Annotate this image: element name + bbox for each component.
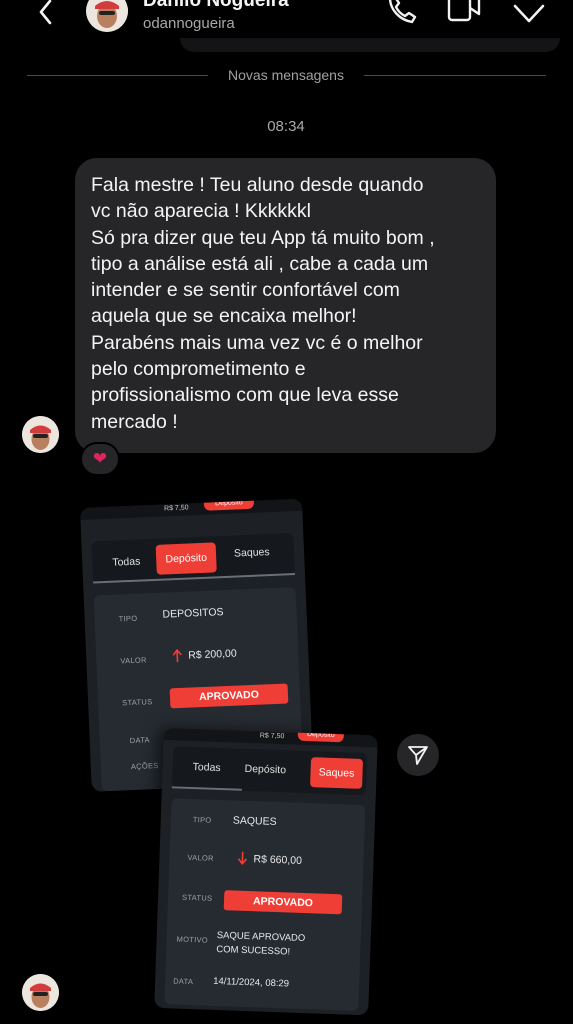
- status-label: STATUS: [181, 892, 213, 903]
- contact-name[interactable]: Danilo Nogueira: [143, 0, 289, 12]
- motivo-label: MOTIVO: [176, 934, 209, 945]
- arrow-down-icon: [237, 851, 248, 865]
- motivo-line2: COM SUCESSO!: [216, 943, 291, 958]
- valor-label: VALOR: [187, 852, 215, 863]
- status-value: APROVADO: [169, 683, 289, 709]
- info-icon: [513, 4, 545, 23]
- tab-saques-active: Saques: [310, 757, 364, 789]
- tab-underline: [93, 573, 295, 584]
- filter-tabs: Todas Depósito Saques: [171, 746, 368, 796]
- details-button[interactable]: [512, 0, 546, 26]
- back-arrow-icon: [39, 0, 52, 25]
- data-label: DATA: [129, 735, 151, 746]
- message-line: mercado !: [91, 410, 178, 433]
- tab-deposito: Depósito: [244, 762, 287, 777]
- message-line: tipo a análise está ali , cabe a cada um: [91, 252, 429, 275]
- topbar-value: R$ 7,50: [163, 504, 189, 513]
- valor-label: VALOR: [120, 655, 147, 666]
- heart-icon: ❤: [92, 449, 108, 468]
- status-value: APROVADO: [223, 890, 343, 915]
- divider-line-right: [364, 75, 546, 76]
- message-line: aquela que se encaixa melhor!: [91, 305, 357, 328]
- message-line: intender e se sentir confortável com: [91, 279, 400, 302]
- new-messages-label: Novas mensagens: [228, 67, 344, 83]
- message-line: vc não aparecia ! Kkkkkkl: [91, 200, 312, 223]
- tipo-value: SAQUES: [232, 814, 277, 828]
- acoes-label: AÇÕES: [130, 760, 159, 772]
- video-call-button[interactable]: [447, 0, 481, 26]
- topbar-chip: Depósito: [203, 498, 255, 511]
- data-value: 14/11/2024, 08:29: [212, 975, 290, 990]
- arrow-up-icon: [172, 648, 182, 663]
- tab-todas: Todas: [112, 555, 141, 569]
- video-camera-icon: [447, 0, 481, 22]
- message-bubble[interactable]: Fala mestre ! Teu aluno desde quando vc …: [75, 158, 496, 453]
- message-line: profissionalismo com que leva esse: [91, 384, 399, 407]
- topbar-value: R$ 7,50: [259, 732, 285, 741]
- attached-image-withdrawal[interactable]: R$ 7,50 Depósito Todas Depósito Saques T…: [154, 728, 378, 1016]
- filter-tabs: Todas Depósito Saques: [91, 533, 295, 584]
- motivo-line1: SAQUE APROVADO: [216, 929, 306, 945]
- heart-reaction[interactable]: ❤: [80, 442, 120, 476]
- voice-call-button[interactable]: [386, 0, 418, 26]
- data-label: DATA: [173, 976, 194, 987]
- tab-deposito-active: Depósito: [155, 542, 217, 575]
- valor-value: R$ 200,00: [188, 647, 237, 662]
- sender-avatar[interactable]: [22, 974, 59, 1011]
- tipo-label: TIPO: [192, 815, 212, 825]
- header-edge: [180, 38, 560, 52]
- sender-avatar[interactable]: [22, 416, 59, 453]
- transaction-card: TIPO SAQUES VALOR R$ 660,00 STATUS APROV…: [164, 798, 366, 1011]
- message-line: pelo comprometimento e: [91, 358, 306, 381]
- image-topbar: R$ 7,50 Depósito: [80, 498, 303, 520]
- contact-username[interactable]: odannogueira: [143, 15, 235, 32]
- valor-value: R$ 660,00: [253, 853, 303, 867]
- message-timestamp: 08:34: [267, 118, 305, 135]
- tab-saques: Saques: [233, 546, 270, 560]
- image-topbar: R$ 7,50 Depósito: [163, 728, 378, 748]
- back-button[interactable]: [34, 0, 58, 26]
- tipo-value: DEPOSITOS: [162, 606, 224, 621]
- tab-todas: Todas: [192, 761, 221, 774]
- message-line: Só pra dizer que teu App tá muito bom ,: [91, 226, 435, 249]
- share-send-icon: [408, 746, 428, 765]
- message-line: Fala mestre ! Teu aluno desde quando: [91, 174, 424, 196]
- contact-avatar[interactable]: [86, 0, 128, 32]
- tipo-label: TIPO: [118, 613, 138, 624]
- divider-line-left: [27, 75, 208, 76]
- message-line: Parabéns mais uma vez vc é o melhor: [91, 331, 423, 354]
- phone-icon: [388, 0, 417, 24]
- tab-underline: [171, 786, 242, 791]
- status-label: STATUS: [122, 697, 153, 708]
- share-image-button[interactable]: [397, 734, 439, 776]
